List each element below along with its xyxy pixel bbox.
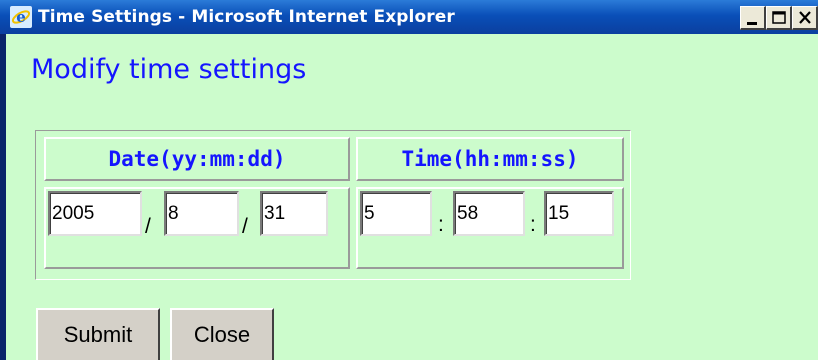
time-separator: : xyxy=(438,213,444,236)
close-window-button[interactable] xyxy=(792,6,818,30)
date-separator: / xyxy=(145,215,151,238)
ie-icon: e xyxy=(10,6,32,28)
date-cell: / / xyxy=(44,187,350,269)
close-icon xyxy=(799,11,811,24)
close-button[interactable]: Close xyxy=(170,308,274,360)
minute-input[interactable] xyxy=(453,191,525,236)
title-bar[interactable]: e Time Settings - Microsoft Internet Exp… xyxy=(0,0,818,34)
maximize-button[interactable] xyxy=(766,6,792,30)
minimize-icon xyxy=(747,22,757,25)
day-input[interactable] xyxy=(260,191,328,236)
time-column-header: Time(hh:mm:ss) xyxy=(356,137,624,181)
time-separator: : xyxy=(530,213,536,236)
minimize-button[interactable] xyxy=(740,6,766,30)
page-title: Modify time settings xyxy=(31,54,307,85)
month-input[interactable] xyxy=(164,191,239,236)
year-input[interactable] xyxy=(48,191,142,236)
time-cell: : : xyxy=(356,187,624,269)
hour-input[interactable] xyxy=(360,191,432,236)
date-separator: / xyxy=(242,215,248,238)
maximize-icon xyxy=(772,11,786,24)
time-settings-table: Date(yy:mm:dd) Time(hh:mm:ss) / / : : xyxy=(35,130,631,280)
svg-text:e: e xyxy=(16,8,26,26)
submit-button[interactable]: Submit xyxy=(36,308,160,360)
date-column-header: Date(yy:mm:dd) xyxy=(44,137,350,181)
second-input[interactable] xyxy=(544,191,614,236)
window-title: Time Settings - Microsoft Internet Explo… xyxy=(38,7,455,27)
